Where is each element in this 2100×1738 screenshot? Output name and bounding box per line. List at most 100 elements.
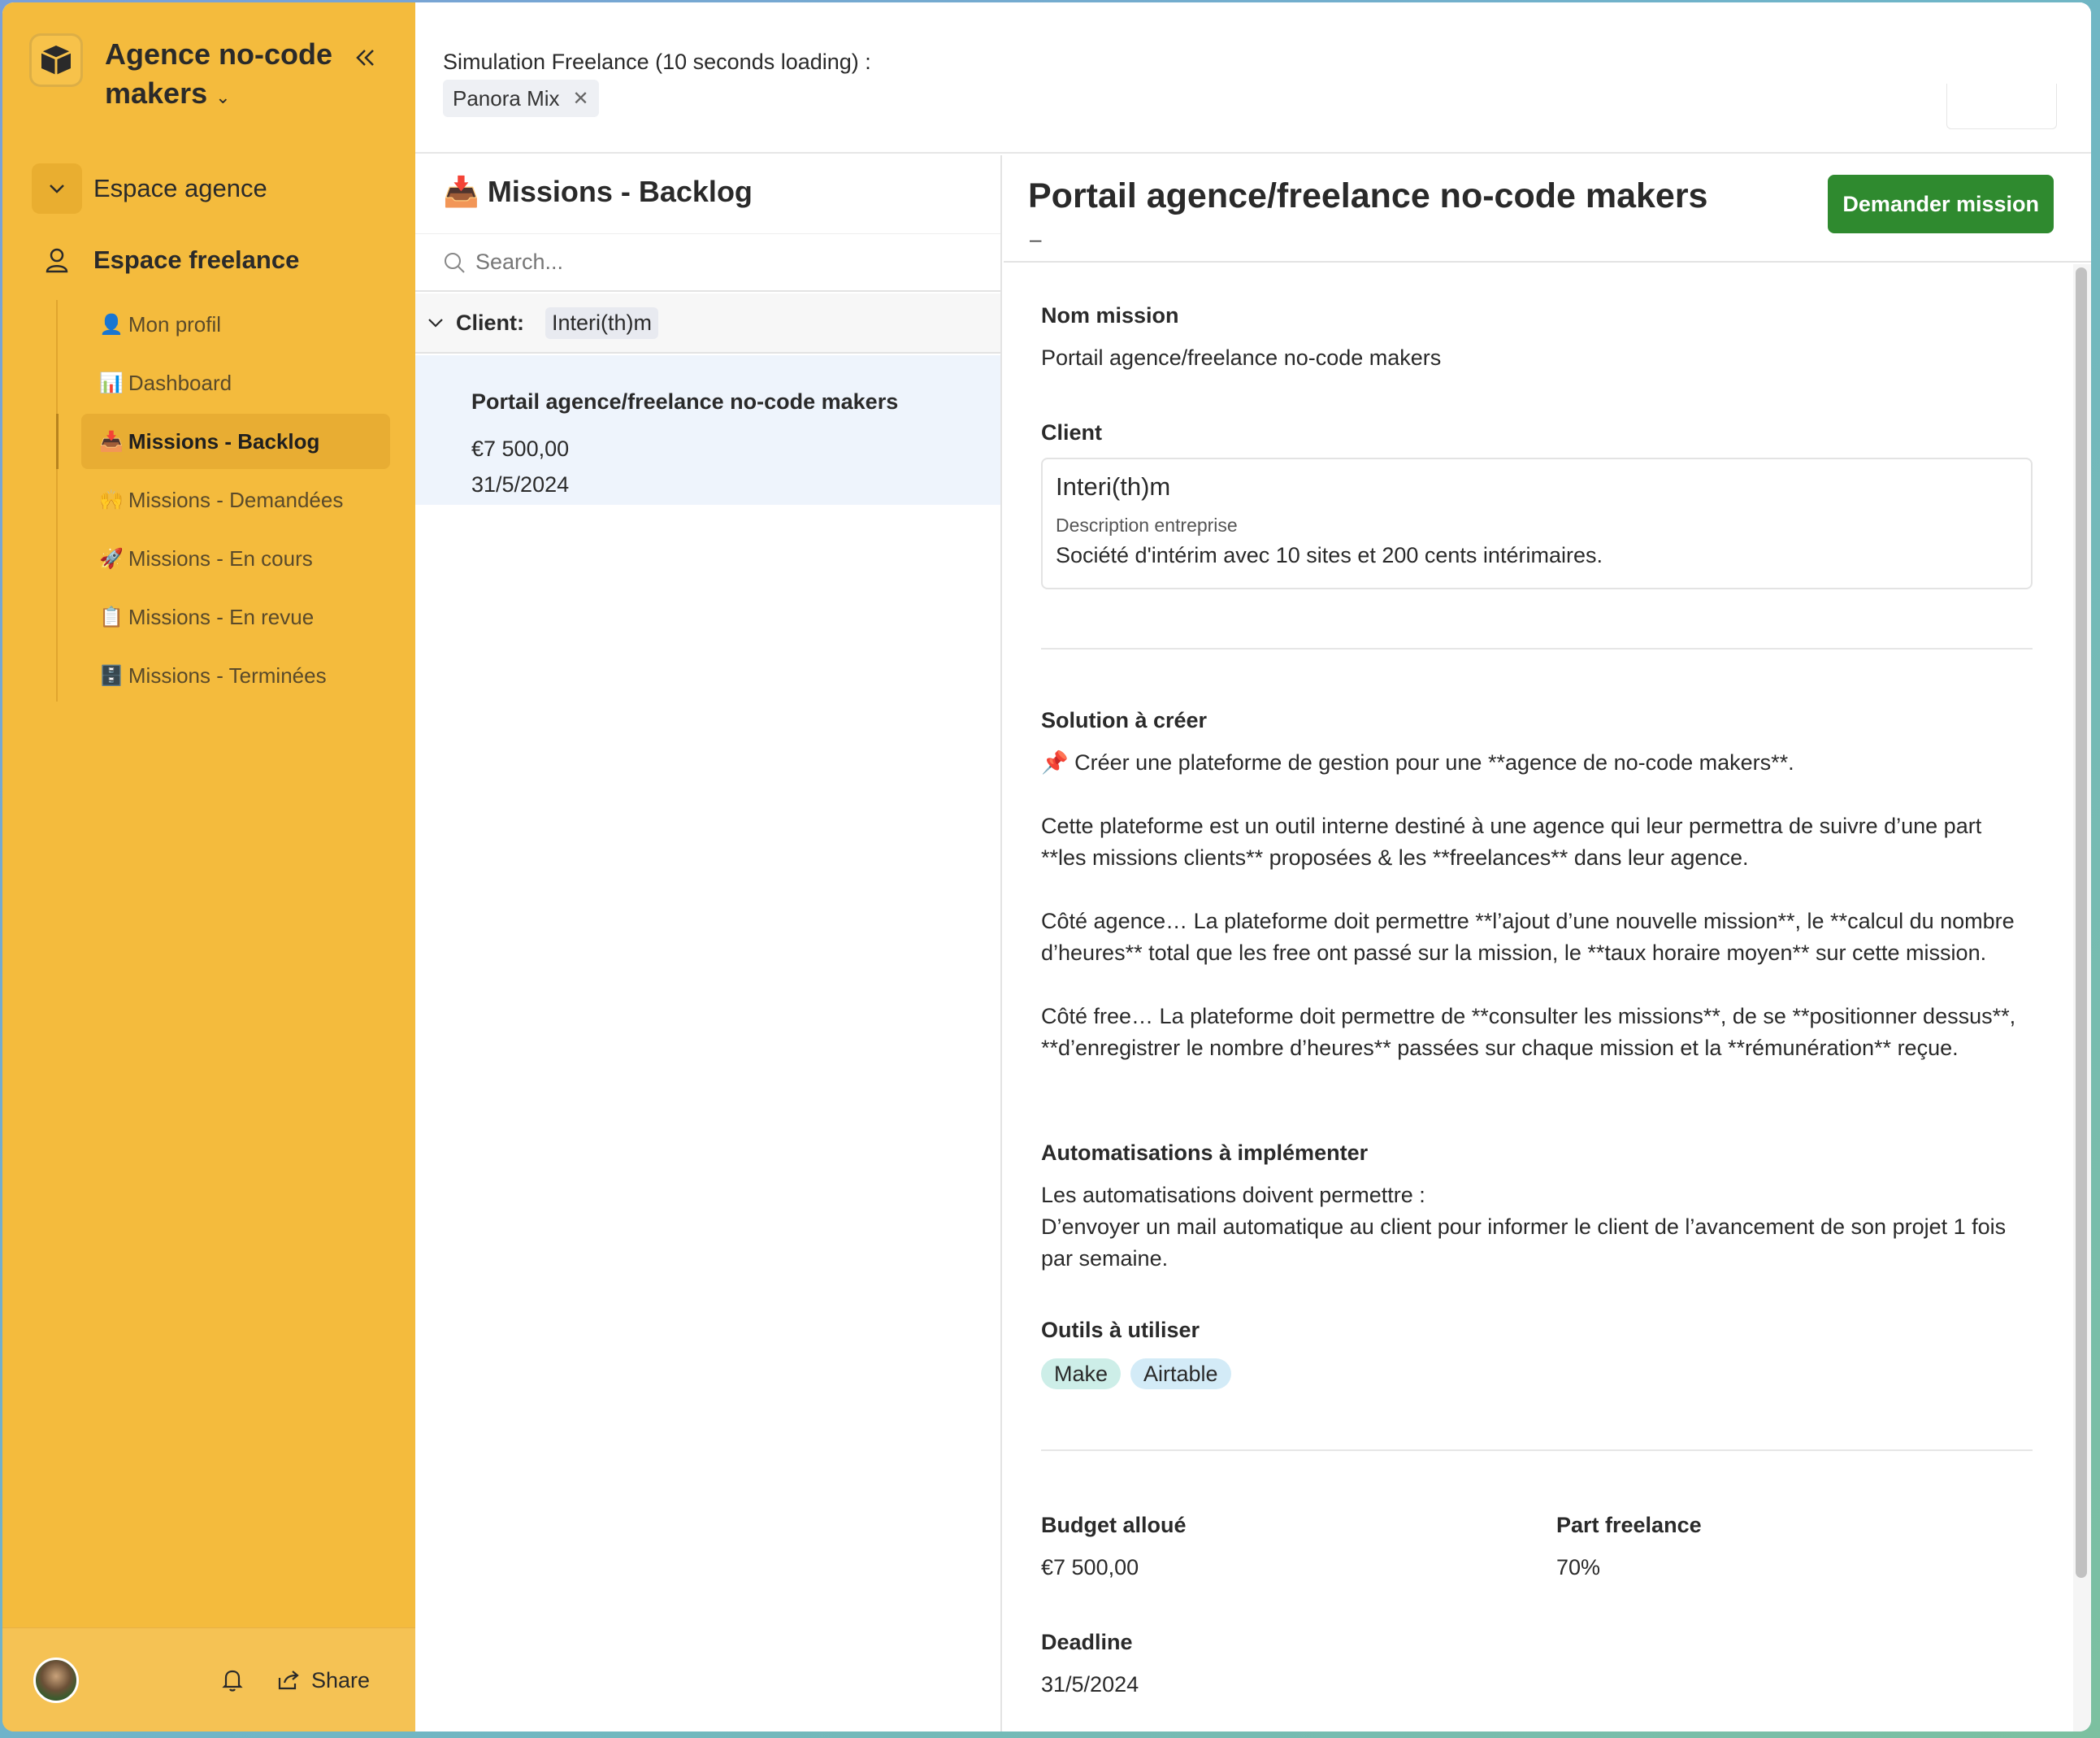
solution-paragraph: Cette plateforme est un outil interne de… [1041, 814, 1982, 838]
chevron-down-icon [428, 319, 443, 328]
solution-paragraph: Côté free… La plateforme doit permettre … [1041, 1004, 2016, 1028]
org-switcher[interactable]: Agence no-code makers ⌄ [105, 35, 349, 117]
sidebar-item-label: Missions - Terminées [128, 663, 327, 688]
sidebar-item-missions-backlog[interactable]: 📥 Missions - Backlog [81, 414, 390, 469]
part-freelance-label: Part freelance [1556, 1513, 1702, 1537]
divider [1041, 648, 2033, 650]
detail-body: Nom mission Portail agence/freelance no-… [1004, 264, 2076, 1731]
demander-mission-button[interactable]: Demander mission [1828, 175, 2054, 233]
list-title-text: Missions - Backlog [487, 175, 753, 208]
outils-label: Outils à utiliser [1041, 1318, 1200, 1342]
raised-hands-icon: 🙌 [99, 489, 124, 511]
share-icon [278, 1671, 299, 1690]
automatisations-paragraph: D’envoyer un mail automatique au client … [1041, 1214, 2007, 1239]
sidebar-item-dashboard[interactable]: 📊 Dashboard [81, 355, 390, 411]
close-icon[interactable]: ✕ [573, 87, 589, 111]
missions-list-panel: 📥 Missions - Backlog Search... Client: I… [415, 155, 1002, 1731]
clipboard-icon: 📋 [99, 606, 124, 628]
automatisations-label: Automatisations à implémenter [1041, 1141, 1369, 1165]
inbox-tray-icon: 📥 [99, 430, 124, 453]
nom-mission-value: Portail agence/freelance no-code makers [1041, 345, 1442, 370]
list-title: 📥 Missions - Backlog [443, 175, 753, 209]
group-label: Client: [456, 310, 524, 335]
sidebar-item-missions-demandees[interactable]: 🙌 Missions - Demandées [81, 472, 390, 528]
sidebar-item-missions-terminees[interactable]: 🗄️ Missions - Terminées [81, 648, 390, 703]
nav-section-espace-agence[interactable]: Espace agence [32, 160, 389, 217]
chip-label: Panora Mix [453, 85, 560, 111]
sidebar-item-missions-en-revue[interactable]: 📋 Missions - En revue [81, 589, 390, 645]
mission-card-date: 31/5/2024 [471, 472, 570, 497]
share-button[interactable]: Share [277, 1661, 370, 1700]
sidebar-footer: Share [2, 1627, 415, 1731]
nav-section-label: Espace freelance [93, 245, 300, 274]
solution-paragraph: **d’enregistrer le nombre d’heures** pas… [1041, 1036, 1959, 1060]
nav-section-espace-freelance[interactable]: Espace freelance [32, 232, 389, 289]
client-card[interactable]: Interi(th)m Description entreprise Socié… [1041, 458, 2033, 589]
group-value-tag: Interi(th)m [545, 306, 659, 339]
tool-tag-make: Make [1041, 1358, 1122, 1389]
part-freelance-value: 70% [1556, 1555, 1601, 1579]
solution-paragraph: d’heures** total que les free ont passé … [1041, 941, 1987, 965]
nom-mission-label: Nom mission [1041, 303, 1179, 328]
solution-paragraph: Côté agence… La plateforme doit permettr… [1041, 909, 2015, 933]
client-name: Interi(th)m [1056, 472, 1171, 501]
detail-subtitle: – [1030, 227, 1042, 251]
sidebar-item-label: Missions - Backlog [128, 428, 320, 454]
nav-section-label: Espace agence [93, 174, 267, 202]
tree-line [56, 300, 58, 702]
deadline-label: Deadline [1041, 1630, 1133, 1654]
sidebar-item-label: Missions - En cours [128, 545, 313, 571]
user-icon [32, 235, 82, 285]
sidebar-item-label: Missions - En revue [128, 604, 315, 629]
chevron-down-icon [32, 163, 82, 214]
double-chevron-left-icon [356, 50, 374, 66]
solution-label: Solution à créer [1041, 708, 1208, 732]
mission-card-budget: €7 500,00 [471, 437, 570, 461]
simulation-label: Simulation Freelance (10 seconds loading… [443, 50, 871, 74]
mission-card-title: Portail agence/freelance no-code makers [471, 389, 899, 414]
top-bar: Simulation Freelance (10 seconds loading… [415, 2, 2091, 154]
budget-value: €7 500,00 [1041, 1555, 1139, 1579]
avatar[interactable] [33, 1658, 79, 1703]
client-description-value: Société d'intérim avec 10 sites et 200 c… [1056, 543, 1603, 567]
sidebar-item-mon-profil[interactable]: 👤 Mon profil [81, 297, 390, 352]
search-icon [445, 252, 465, 273]
rocket-icon: 🚀 [99, 547, 124, 570]
deadline-value: 31/5/2024 [1041, 1672, 1139, 1697]
bell-icon[interactable] [219, 1666, 246, 1693]
bar-chart-icon: 📊 [99, 371, 124, 394]
search-input[interactable]: Search... [415, 233, 1000, 292]
scrollbar-thumb[interactable] [2076, 267, 2087, 1578]
top-right-panel [1946, 84, 2057, 129]
search-placeholder: Search... [475, 250, 564, 274]
group-header-client[interactable]: Client: Interi(th)m [415, 293, 1000, 354]
collapse-sidebar-button[interactable] [350, 43, 380, 72]
app-window: Agence no-code makers ⌄ Espace agence Esp… [2, 2, 2091, 1731]
simulation-user-chip[interactable]: Panora Mix ✕ [443, 80, 599, 117]
sidebar-item-missions-en-cours[interactable]: 🚀 Missions - En cours [81, 531, 390, 586]
chevron-down-icon: ⌄ [215, 87, 231, 107]
automatisations-paragraph: Les automatisations doivent permettre : [1041, 1183, 1425, 1207]
file-cabinet-icon: 🗄️ [99, 664, 124, 687]
automatisations-paragraph: par semaine. [1041, 1246, 1169, 1271]
share-label: Share [311, 1667, 371, 1692]
detail-title: Portail agence/freelance no-code makers [1028, 176, 1708, 215]
sidebar: Agence no-code makers ⌄ Espace agence Esp… [2, 2, 415, 1731]
app-logo[interactable] [29, 33, 83, 87]
budget-label: Budget alloué [1041, 1513, 1187, 1537]
client-label: Client [1041, 420, 1103, 445]
person-icon: 👤 [99, 313, 124, 336]
client-description-label: Description entreprise [1056, 515, 1238, 536]
box-logo-icon [41, 46, 72, 75]
inbox-tray-icon: 📥 [443, 175, 479, 208]
sidebar-item-label: Missions - Demandées [128, 487, 344, 512]
tree-active-indicator [56, 414, 59, 469]
divider [1041, 1449, 2033, 1451]
solution-paragraph: **les missions clients** proposées & les… [1041, 845, 1749, 870]
sidebar-item-label: Dashboard [128, 370, 232, 395]
tool-tag-airtable: Airtable [1130, 1358, 1231, 1389]
mission-card[interactable]: Portail agence/freelance no-code makers … [415, 355, 1000, 505]
solution-paragraph: 📌 Créer une plateforme de gestion pour u… [1041, 750, 1794, 775]
sidebar-item-label: Mon profil [128, 311, 222, 337]
detail-header: Portail agence/freelance no-code makers … [1004, 155, 2091, 263]
